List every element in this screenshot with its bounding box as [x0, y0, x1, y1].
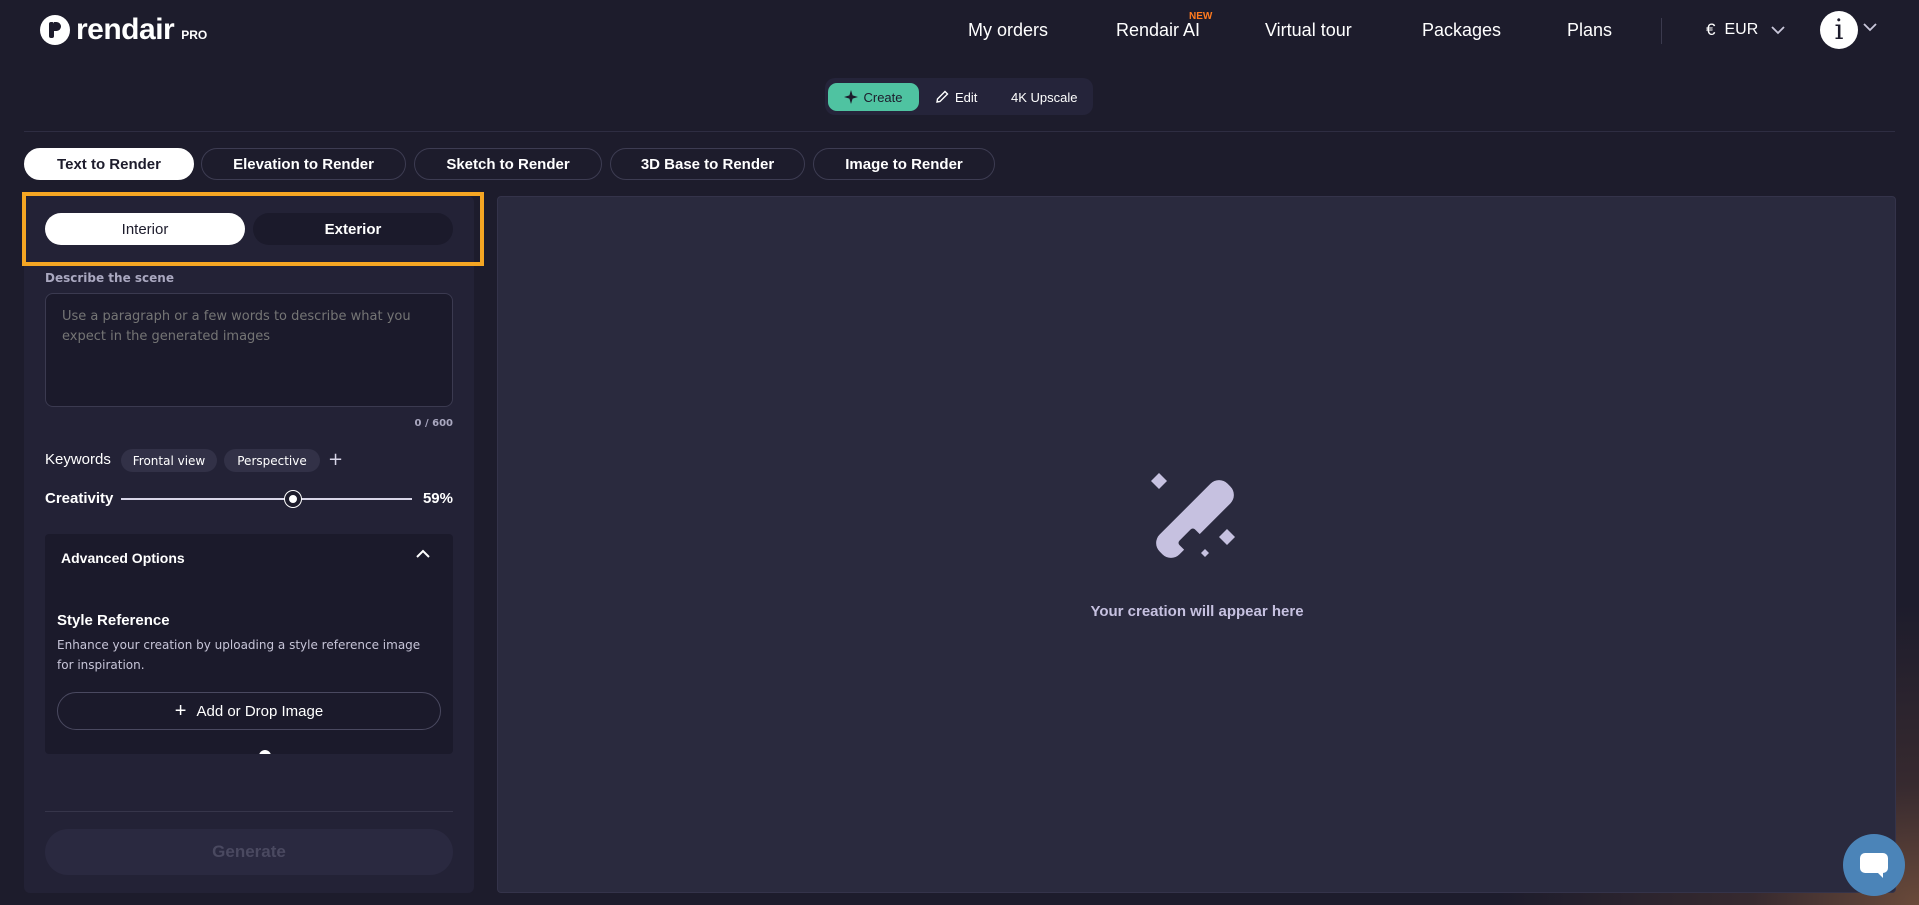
logo[interactable]: rendair PRO: [40, 13, 207, 47]
magic-wand-icon: [1151, 473, 1235, 558]
nav-plans[interactable]: Plans: [1567, 20, 1612, 41]
currency-code: EUR: [1724, 21, 1759, 38]
char-counter: 0 / 600: [414, 418, 453, 429]
creativity-label: Creativity: [45, 490, 114, 507]
keywords-label: Keywords: [45, 451, 111, 468]
tab-sketch-to-render[interactable]: Sketch to Render: [414, 148, 602, 180]
chat-icon: [1860, 853, 1888, 878]
scene-description-input[interactable]: [45, 293, 453, 407]
style-reference-title: Style Reference: [57, 612, 170, 629]
currency-selector[interactable]: € EUR: [1706, 20, 1785, 40]
chevron-down-icon: [1771, 26, 1785, 35]
generate-button[interactable]: Generate: [45, 829, 453, 875]
chat-button[interactable]: [1843, 834, 1905, 896]
keyword-chip[interactable]: Frontal view: [121, 449, 217, 472]
creativity-slider-thumb[interactable]: [284, 491, 301, 507]
edit-button[interactable]: Edit: [935, 83, 977, 111]
advanced-options-title[interactable]: Advanced Options: [61, 550, 185, 566]
describe-label: Describe the scene: [45, 271, 174, 285]
keyword-chip[interactable]: Perspective: [224, 449, 320, 472]
currency-symbol: €: [1706, 20, 1716, 39]
nav-my-orders[interactable]: My orders: [968, 20, 1048, 41]
create-label: Create: [863, 89, 903, 105]
nav-rendair-ai[interactable]: Rendair AI: [1116, 20, 1200, 41]
upscale-label: 4K Upscale: [1011, 89, 1078, 105]
mode-switch: Create Edit 4K Upscale: [825, 78, 1093, 115]
preview-placeholder-text: Your creation will appear here: [1090, 603, 1304, 620]
add-image-label: Add or Drop Image: [196, 702, 324, 720]
chevron-down-icon[interactable]: [1863, 22, 1877, 32]
sparkle-icon: [844, 90, 859, 104]
chevron-up-icon[interactable]: [415, 548, 431, 560]
logo-icon: [40, 15, 70, 45]
header-separator: [24, 131, 1895, 132]
add-image-button[interactable]: + Add or Drop Image: [57, 692, 441, 730]
logo-text: rendair: [76, 13, 175, 46]
add-keyword-button[interactable]: +: [328, 449, 343, 470]
plus-icon: +: [174, 699, 187, 722]
upscale-button[interactable]: 4K Upscale: [1011, 83, 1077, 111]
nav-packages[interactable]: Packages: [1422, 20, 1501, 41]
creativity-value: 59%: [422, 490, 453, 507]
tab-image-to-render[interactable]: Image to Render: [813, 148, 995, 180]
style-reference-description: Enhance your creation by uploading a sty…: [57, 638, 421, 672]
tab-text-to-render[interactable]: Text to Render: [24, 148, 194, 180]
panel-separator: [45, 811, 453, 812]
exterior-toggle[interactable]: Exterior: [253, 213, 453, 245]
avatar[interactable]: i: [1820, 11, 1858, 49]
creativity-slider[interactable]: [121, 498, 412, 500]
create-button[interactable]: Create: [828, 83, 919, 111]
edit-label: Edit: [955, 89, 978, 105]
advanced-options-panel: Advanced Options Style Reference Enhance…: [45, 534, 453, 754]
slider-thumb-partial[interactable]: [259, 750, 271, 754]
tab-elevation-to-render[interactable]: Elevation to Render: [201, 148, 406, 180]
header: rendair PRO My orders Rendair AI NEW Vir…: [0, 0, 1919, 62]
logo-badge: PRO: [181, 28, 208, 42]
nav-virtual-tour[interactable]: Virtual tour: [1265, 20, 1352, 41]
header-divider: [1661, 18, 1662, 44]
new-badge: NEW: [1189, 11, 1213, 22]
pencil-icon: [936, 90, 949, 103]
interior-toggle[interactable]: Interior: [45, 213, 245, 245]
tab-3d-base-to-render[interactable]: 3D Base to Render: [610, 148, 805, 180]
